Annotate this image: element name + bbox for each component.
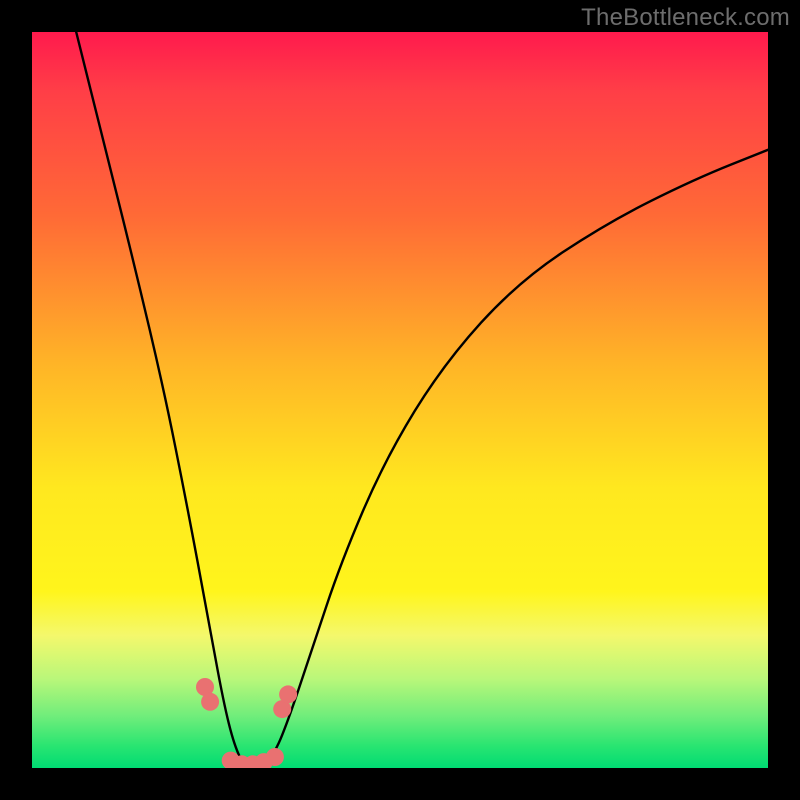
curve-svg	[32, 32, 768, 768]
bottleneck-curve	[76, 32, 768, 768]
watermark-text: TheBottleneck.com	[581, 4, 790, 32]
bottom-dots	[196, 678, 297, 768]
plot-area	[32, 32, 768, 768]
dot	[266, 748, 284, 766]
dot	[279, 685, 297, 703]
dot	[201, 693, 219, 711]
chart-frame: TheBottleneck.com	[0, 0, 800, 800]
